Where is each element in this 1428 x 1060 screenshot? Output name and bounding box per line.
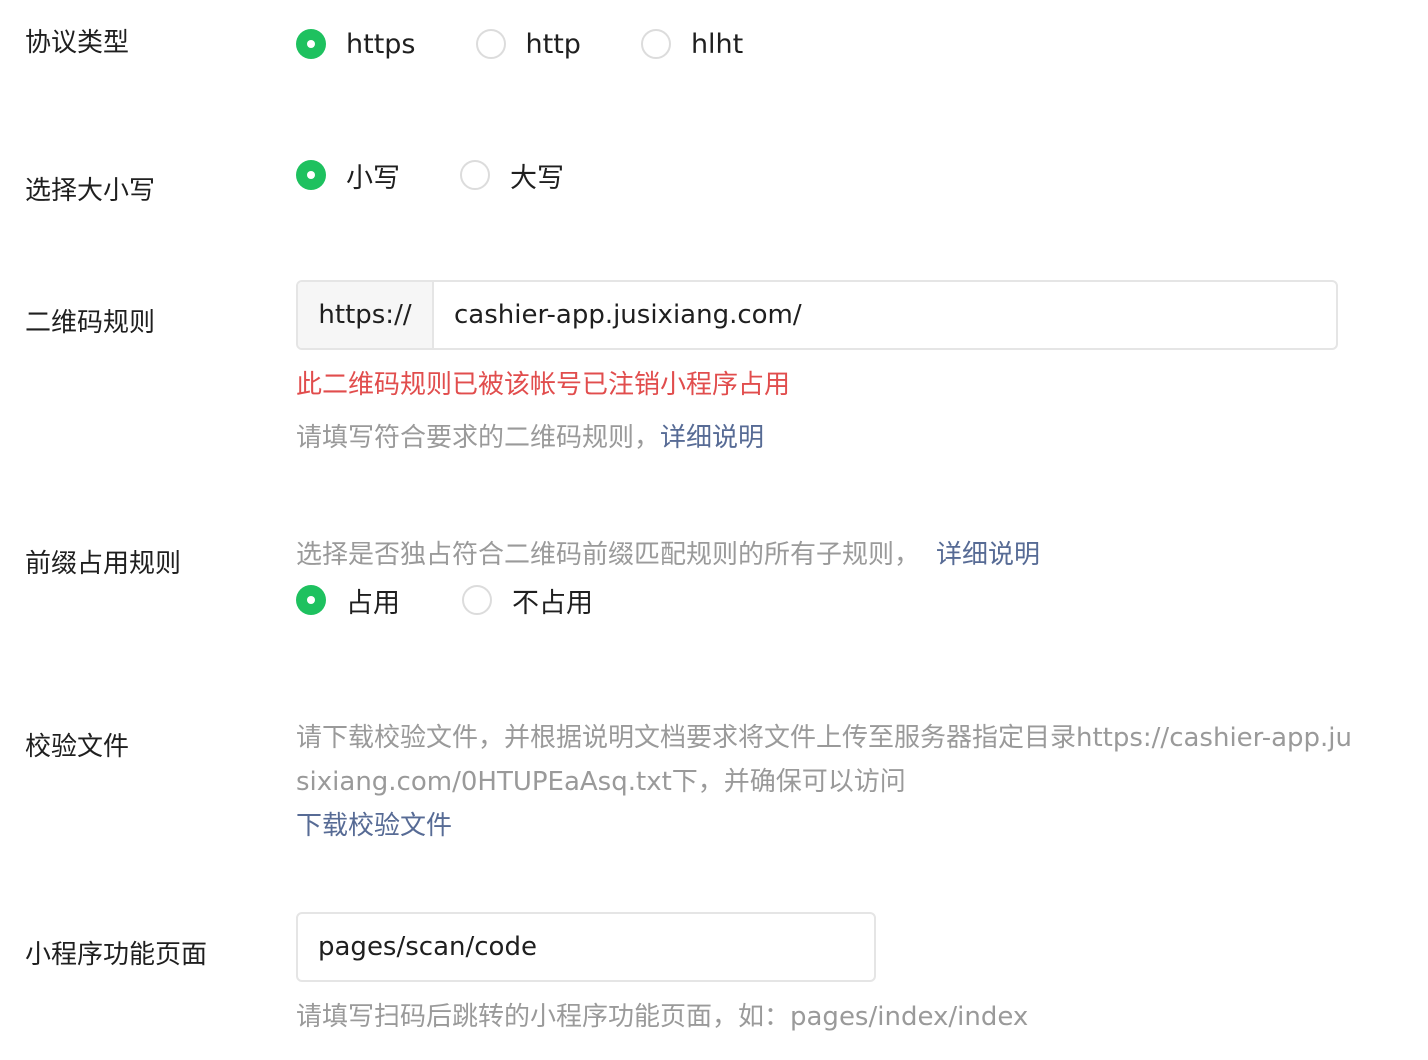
qr-rule-error: 此二维码规则已被该帐号已注销小程序占用 bbox=[296, 370, 791, 400]
protocol-option-label: hlht bbox=[690, 28, 744, 60]
prefix-option-label: 不占用 bbox=[512, 587, 593, 619]
prefix-rule-hint-text: 选择是否独占符合二维码前缀匹配规则的所有子规则， bbox=[296, 540, 921, 570]
qr-rule-input-group: https:// cashier-app.jusixiang.com/ bbox=[296, 280, 1338, 350]
prefix-rule-detail-link[interactable]: 详细说明 bbox=[936, 540, 1040, 570]
prefix-option-label: 占用 bbox=[346, 587, 400, 619]
radio-unchecked-icon bbox=[475, 29, 506, 59]
prefix-rule-label: 前缀占用规则 bbox=[25, 549, 182, 579]
prefix-rule-hint: 选择是否独占符合二维码前缀匹配规则的所有子规则， 详细说明 bbox=[296, 534, 1040, 571]
radio-checked-icon bbox=[296, 160, 326, 190]
verify-file-label: 校验文件 bbox=[25, 732, 130, 762]
protocol-option-https[interactable]: https bbox=[296, 29, 416, 60]
qr-rule-prefix: https:// bbox=[298, 282, 434, 348]
radio-unchecked-icon bbox=[460, 160, 490, 190]
case-option-lower[interactable]: 小写 bbox=[296, 156, 400, 195]
function-page-input[interactable]: pages/scan/code bbox=[296, 912, 876, 982]
verify-file-description-text: 请下载校验文件，并根据说明文档要求将文件上传至服务器指定目录https://ca… bbox=[296, 723, 1352, 797]
protocol-option-label: http bbox=[525, 28, 581, 60]
prefix-rule-radio-group: 占用 不占用 bbox=[296, 584, 593, 619]
prefix-option-occupy[interactable]: 占用 bbox=[296, 581, 400, 620]
protocol-radio-group: https http hlht bbox=[296, 28, 743, 60]
qr-rule-label: 二维码规则 bbox=[25, 308, 156, 338]
case-option-label: 大写 bbox=[510, 162, 564, 194]
qr-rule-hint: 请填写符合要求的二维码规则，详细说明 bbox=[296, 417, 764, 454]
radio-unchecked-icon bbox=[462, 585, 492, 615]
verify-file-description: 请下载校验文件，并根据说明文档要求将文件上传至服务器指定目录https://ca… bbox=[296, 716, 1356, 848]
case-option-upper[interactable]: 大写 bbox=[460, 156, 564, 195]
radio-checked-icon bbox=[296, 585, 326, 615]
radio-checked-icon bbox=[296, 29, 326, 59]
radio-unchecked-icon bbox=[640, 29, 671, 59]
qr-rule-detail-link[interactable]: 详细说明 bbox=[660, 423, 764, 453]
protocol-option-http[interactable]: http bbox=[475, 28, 581, 60]
function-page-label: 小程序功能页面 bbox=[25, 940, 208, 970]
qr-rule-input[interactable]: cashier-app.jusixiang.com/ bbox=[434, 282, 1336, 348]
protocol-label: 协议类型 bbox=[25, 28, 130, 58]
prefix-option-not-occupy[interactable]: 不占用 bbox=[462, 581, 593, 620]
case-label: 选择大小写 bbox=[25, 176, 156, 206]
download-verify-file-link[interactable]: 下载校验文件 bbox=[296, 804, 1356, 848]
qr-rule-hint-text: 请填写符合要求的二维码规则， bbox=[296, 423, 661, 453]
protocol-option-label: https bbox=[346, 28, 416, 60]
case-option-label: 小写 bbox=[346, 162, 400, 194]
function-page-hint: 请填写扫码后跳转的小程序功能页面，如：pages/index/index bbox=[296, 1002, 1029, 1032]
case-radio-group: 小写 大写 bbox=[296, 159, 564, 194]
protocol-option-hlht[interactable]: hlht bbox=[640, 28, 744, 60]
